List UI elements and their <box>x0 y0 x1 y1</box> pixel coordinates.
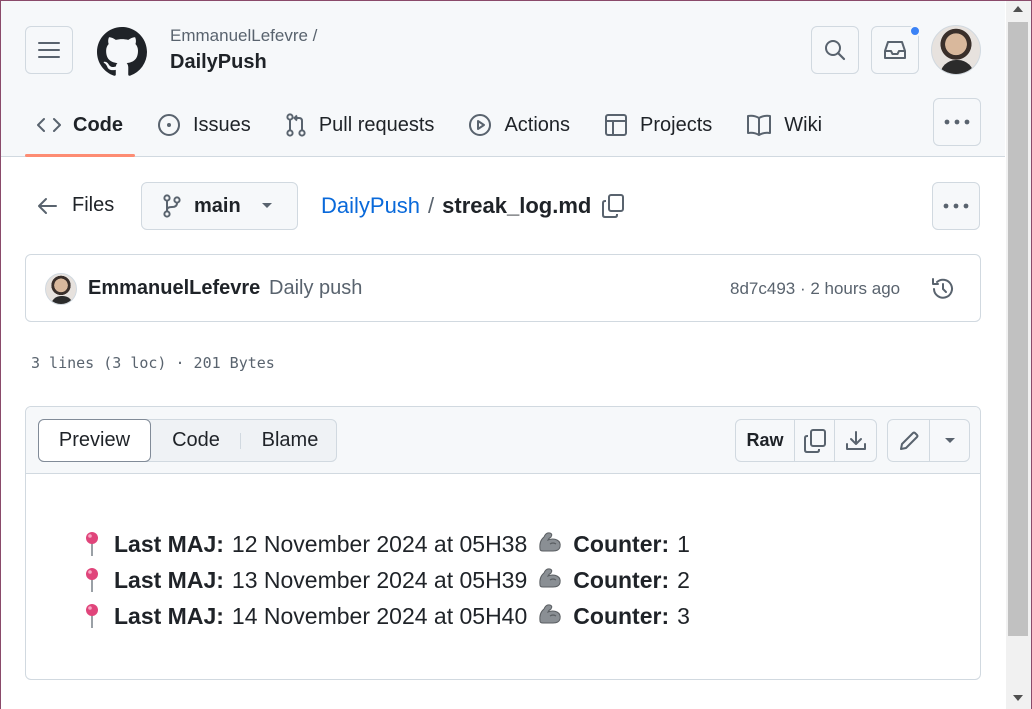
counter-label: Counter: <box>573 530 670 557</box>
kebab-horizontal-icon <box>943 203 969 209</box>
code-icon <box>37 118 61 132</box>
menu-button[interactable] <box>25 26 73 74</box>
tab-projects[interactable]: Projects <box>592 99 724 151</box>
branch-selector[interactable]: main <box>141 182 298 230</box>
repo-nav: Code Issues Pull requests Actions Projec… <box>25 99 844 157</box>
commit-author-link[interactable]: EmmanuelLefevre <box>88 277 260 300</box>
breadcrumb: DailyPush / streak_log.md <box>321 193 625 219</box>
scrollbar-thumb[interactable] <box>1008 22 1028 636</box>
inbox-icon <box>884 41 906 59</box>
arrow-left-icon <box>38 197 57 214</box>
notification-indicator <box>909 25 921 37</box>
flexed-biceps-icon <box>537 529 563 559</box>
search-button[interactable] <box>811 26 859 74</box>
view-mode-switch: Preview Code Blame <box>38 419 337 462</box>
counter-value: 2 <box>677 566 690 593</box>
last-maj-label: Last MAJ: <box>114 602 224 629</box>
update-date: 14 November 2024 at 05H40 <box>231 602 528 629</box>
files-label: Files <box>72 194 115 216</box>
hamburger-icon <box>38 42 60 58</box>
segment-divider <box>240 433 241 449</box>
flexed-biceps-icon <box>537 601 563 631</box>
tab-wiki-label: Wiki <box>784 113 823 136</box>
pushpin-icon <box>80 531 104 557</box>
git-branch-icon <box>163 194 181 218</box>
tab-actions[interactable]: Actions <box>456 99 582 151</box>
commit-message-link[interactable]: Daily push <box>269 277 362 300</box>
edit-group <box>887 419 970 462</box>
update-date: 12 November 2024 at 05H38 <box>231 530 528 557</box>
list-item: Last MAJ: 13 November 2024 at 05H39 Coun… <box>80 562 690 598</box>
counter-value: 1 <box>677 530 690 557</box>
counter-value: 3 <box>677 602 690 629</box>
copy-raw-button[interactable] <box>795 420 835 461</box>
raw-button[interactable]: Raw <box>736 420 795 461</box>
history-icon[interactable] <box>930 276 956 302</box>
kebab-horizontal-icon <box>944 119 970 125</box>
git-pull-request-icon <box>286 113 306 137</box>
more-tabs-button[interactable] <box>933 98 981 146</box>
tab-preview[interactable]: Preview <box>38 419 151 462</box>
download-button[interactable] <box>835 420 876 461</box>
triangle-down-icon <box>261 203 272 208</box>
tab-projects-label: Projects <box>640 113 713 136</box>
tab-issues[interactable]: Issues <box>145 99 263 151</box>
breadcrumb-separator: / <box>428 193 435 218</box>
search-icon <box>825 40 846 61</box>
book-icon <box>747 114 772 136</box>
pencil-icon <box>899 431 918 450</box>
copy-icon <box>803 428 826 453</box>
play-icon <box>469 114 492 136</box>
tab-code-view[interactable]: Code <box>155 420 237 461</box>
repo-name-link[interactable]: DailyPush <box>170 51 267 74</box>
user-avatar[interactable] <box>931 25 981 75</box>
github-logo-icon[interactable] <box>97 27 147 77</box>
selected-tab-underline <box>25 154 135 157</box>
tab-code[interactable]: Code <box>25 99 135 151</box>
download-icon <box>845 430 866 450</box>
branch-name: main <box>194 194 241 217</box>
tab-issues-label: Issues <box>193 113 251 136</box>
list-item: Last MAJ: 14 November 2024 at 05H40 Coun… <box>80 598 690 634</box>
file-viewer-toolbar: Preview Code Blame Raw <box>26 407 980 474</box>
breadcrumb-repo-link[interactable]: DailyPush <box>321 193 420 219</box>
latest-commit-box: EmmanuelLefevre Daily push 8d7c493 · 2 h… <box>25 254 981 322</box>
last-maj-label: Last MAJ: <box>114 566 224 593</box>
breadcrumb-file-name: streak_log.md <box>442 193 592 218</box>
copy-path-icon[interactable] <box>601 193 625 219</box>
repo-header: EmmanuelLefevre / DailyPush Code Issues … <box>1 1 1005 157</box>
tab-wiki[interactable]: Wiki <box>734 99 834 151</box>
tab-pull-requests-label: Pull requests <box>318 113 435 136</box>
markdown-body: Last MAJ: 12 November 2024 at 05H38 Coun… <box>80 526 690 634</box>
triangle-down-icon <box>944 437 955 443</box>
counter-label: Counter: <box>573 566 670 593</box>
pushpin-icon <box>80 603 104 629</box>
file-viewer: Preview Code Blame Raw Last MAJ: 12 Nove… <box>25 406 981 680</box>
tab-actions-label: Actions <box>504 113 571 136</box>
edit-file-button[interactable] <box>888 420 930 461</box>
file-stats: 3 lines (3 loc) · 201 Bytes <box>31 354 275 372</box>
last-maj-label: Last MAJ: <box>114 530 224 557</box>
list-item: Last MAJ: 12 November 2024 at 05H38 Coun… <box>80 526 690 562</box>
commit-sha-time[interactable]: 8d7c493 · 2 hours ago <box>730 279 900 299</box>
update-date: 13 November 2024 at 05H39 <box>231 566 528 593</box>
pushpin-icon <box>80 567 104 593</box>
scroll-up-arrow-icon[interactable] <box>1013 6 1023 12</box>
flexed-biceps-icon <box>537 565 563 595</box>
files-back-link[interactable]: Files <box>36 194 114 217</box>
edit-options-button[interactable] <box>930 420 969 461</box>
scroll-down-arrow-icon[interactable] <box>1013 695 1023 701</box>
tab-pull-requests[interactable]: Pull requests <box>273 99 447 151</box>
repo-owner-link[interactable]: EmmanuelLefevre / <box>170 26 317 46</box>
table-icon <box>605 114 628 136</box>
raw-copy-download-group: Raw <box>735 419 877 462</box>
file-more-options-button[interactable] <box>932 182 980 230</box>
issue-opened-icon <box>158 114 180 136</box>
commit-author-avatar[interactable] <box>45 273 77 305</box>
tab-code-label: Code <box>73 113 123 136</box>
tab-blame[interactable]: Blame <box>243 420 337 461</box>
counter-label: Counter: <box>573 602 670 629</box>
